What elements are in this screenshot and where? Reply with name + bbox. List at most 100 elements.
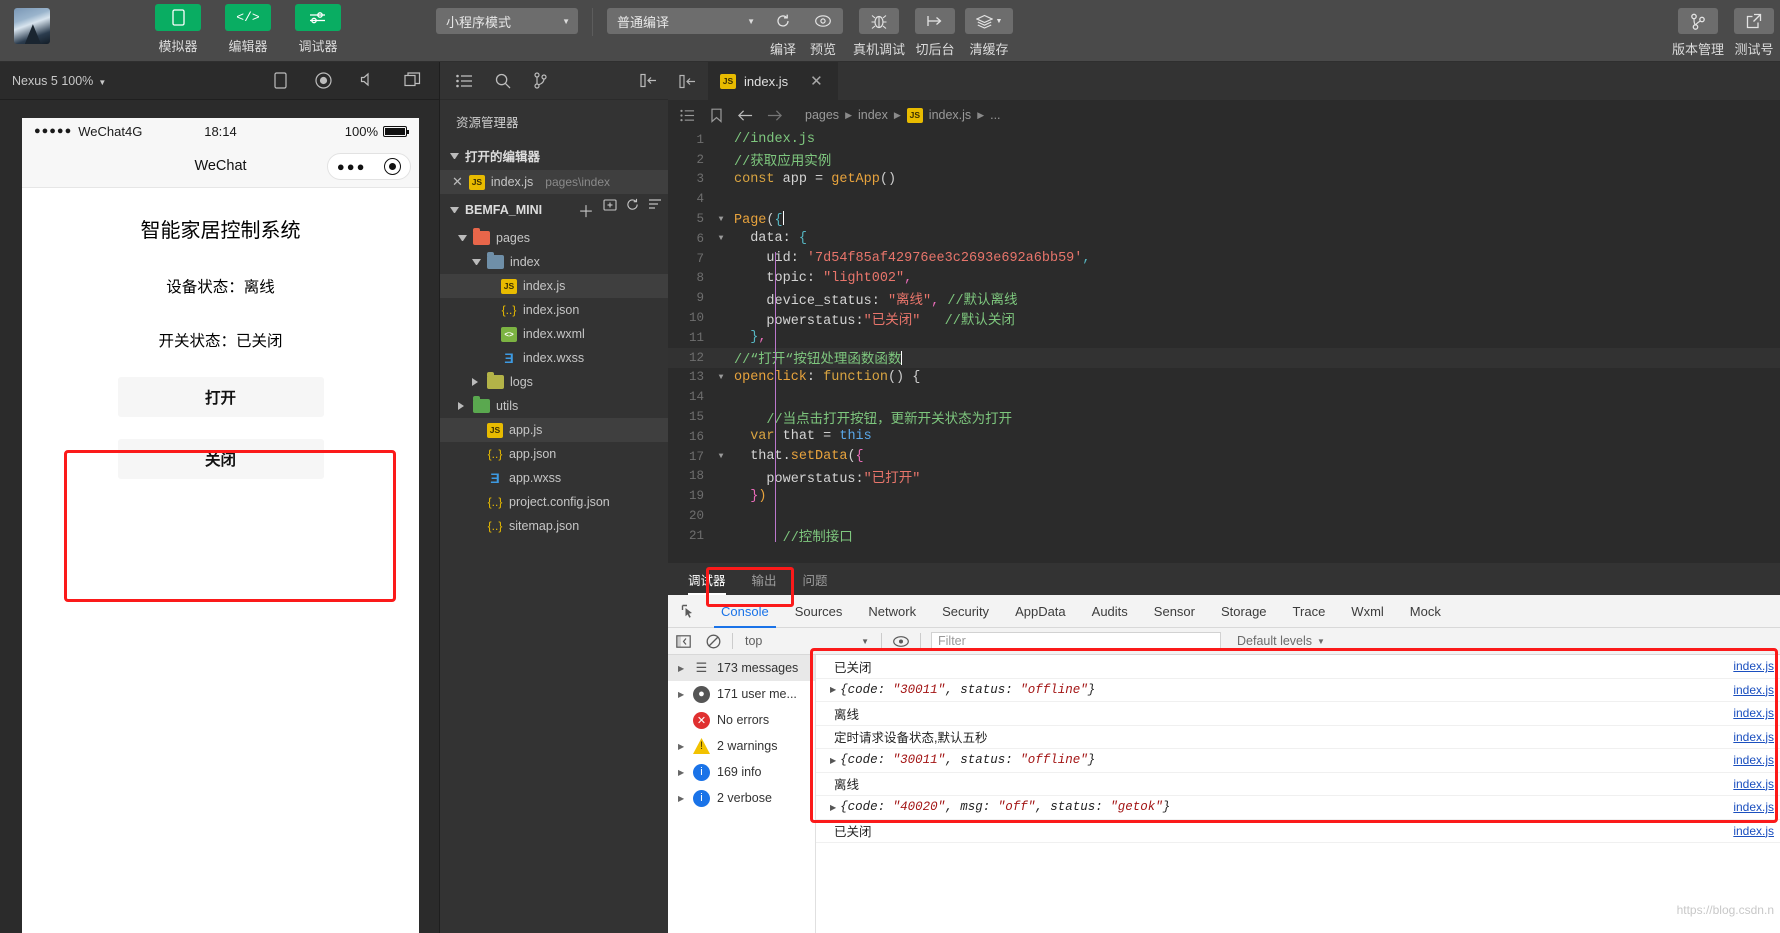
record-icon[interactable] <box>315 72 332 89</box>
console-eye-icon[interactable] <box>886 635 916 648</box>
real-device-debug-button[interactable]: 真机调试 <box>853 8 905 58</box>
outline-icon[interactable] <box>680 109 696 122</box>
code-line[interactable]: 13 ▼ openclick: function() { <box>668 368 1780 388</box>
toolbar-button-debugger[interactable]: 调试器 <box>290 4 346 55</box>
console-log-row[interactable]: 离线 index.js <box>816 702 1780 726</box>
tree-item-project-config-json[interactable]: {..} project.config.json <box>440 490 668 514</box>
console-source-link[interactable]: index.js <box>1733 659 1780 673</box>
rotate-device-icon[interactable] <box>274 72 287 89</box>
search-icon[interactable] <box>495 73 511 89</box>
console-source-link[interactable]: index.js <box>1733 777 1780 791</box>
code-line[interactable]: 9 device_status: "离线", //默认离线 <box>668 288 1780 309</box>
code-line[interactable]: 7 uid: '7d54f85af42976ee3c2693e692a6bb59… <box>668 249 1780 269</box>
console-sidebar-row[interactable]: ▶ ● 171 user me... <box>668 681 815 707</box>
source-control-icon[interactable] <box>533 72 548 89</box>
chevron-right-icon[interactable]: ▶ <box>678 794 686 803</box>
clear-console-icon[interactable] <box>698 634 728 649</box>
debug-tab-problems[interactable]: 问题 <box>803 563 828 595</box>
code-line[interactable]: 21 //控制接口 <box>668 526 1780 547</box>
compile-select[interactable]: 普通编译 ▼ <box>607 8 763 34</box>
console-source-link[interactable]: index.js <box>1733 683 1780 697</box>
refresh-explorer-icon[interactable] <box>626 198 639 222</box>
fold-toggle-icon[interactable]: ▼ <box>712 215 730 224</box>
tree-item-app-js[interactable]: JS app.js <box>440 418 668 442</box>
debug-tab-output[interactable]: 输出 <box>752 563 777 595</box>
devtools-tab-sources[interactable]: Sources <box>782 595 856 628</box>
devtools-tab-trace[interactable]: Trace <box>1280 595 1339 628</box>
devtools-tab-network[interactable]: Network <box>855 595 929 628</box>
code-editor[interactable]: 1 //index.js 2 //获取应用实例 3 const app = getApp(… <box>668 130 1780 563</box>
volume-icon[interactable] <box>360 72 376 89</box>
toolbar-button-editor[interactable]: </> 编辑器 <box>220 4 276 55</box>
console-log-area[interactable]: 已关闭 index.js ▶ {code: "30011", status: "off… <box>816 655 1780 933</box>
device-select[interactable]: Nexus 5 100% ▼ <box>12 74 106 88</box>
console-filter-input[interactable]: Filter <box>931 631 1221 651</box>
open-editor-item[interactable]: ✕ JS index.js pages\index <box>440 170 668 194</box>
more-icon[interactable]: ●●● <box>337 159 367 174</box>
bookmark-icon[interactable] <box>710 108 723 123</box>
code-line[interactable]: 19 }) <box>668 486 1780 506</box>
console-log-row[interactable]: 离线 index.js <box>816 773 1780 796</box>
debug-tab-debugger[interactable]: 调试器 <box>688 563 726 595</box>
chevron-right-icon[interactable]: ▶ <box>678 768 686 777</box>
code-line[interactable]: 14 <box>668 387 1780 407</box>
tree-item-pages[interactable]: pages <box>440 226 668 250</box>
code-line[interactable]: 15 //当点击打开按钮，更新开关状态为打开 <box>668 407 1780 428</box>
console-log-row[interactable]: 已关闭 index.js <box>816 820 1780 843</box>
code-line[interactable]: 20 <box>668 506 1780 526</box>
code-line[interactable]: 17 ▼ that.setData({ <box>668 447 1780 467</box>
tree-item-app-wxss[interactable]: Ǝapp.wxss <box>440 466 668 490</box>
console-log-row[interactable]: ▶ {code: "40020", msg: "off", status: "ge… <box>816 796 1780 820</box>
new-folder-icon[interactable] <box>603 198 617 222</box>
console-source-link[interactable]: index.js <box>1733 824 1780 838</box>
new-file-icon[interactable]: ＋ <box>578 198 594 222</box>
console-source-link[interactable]: index.js <box>1733 800 1780 814</box>
mode-select[interactable]: 小程序模式 ▼ <box>436 8 578 34</box>
capsule-buttons[interactable]: ●●● <box>327 153 411 180</box>
devtools-tab-mock[interactable]: Mock <box>1397 595 1454 628</box>
code-line[interactable]: 18 powerstatus:"已打开" <box>668 467 1780 487</box>
expand-object-icon[interactable]: ▶ <box>830 756 836 765</box>
background-button[interactable]: 切后台 <box>915 8 956 58</box>
tree-item-index-wxss[interactable]: Ǝindex.wxss <box>440 346 668 370</box>
console-sidebar-row[interactable]: ▶ i 169 info <box>668 759 815 785</box>
toolbar-button-simulator[interactable]: 模拟器 <box>150 4 206 55</box>
tree-item-sitemap-json[interactable]: {..} sitemap.json <box>440 514 668 538</box>
devtools-tab-security[interactable]: Security <box>929 595 1002 628</box>
tree-item-app-json[interactable]: {..} app.json <box>440 442 668 466</box>
chevron-down-icon[interactable] <box>472 259 481 265</box>
compile-button[interactable]: 编译 <box>763 8 803 58</box>
version-control-button[interactable]: 版本管理 <box>1672 8 1724 58</box>
code-line[interactable]: 1 //index.js <box>668 130 1780 150</box>
close-icon[interactable]: ✕ <box>810 72 823 90</box>
code-line[interactable]: 16 var that = this <box>668 427 1780 447</box>
open-button[interactable]: 打开 <box>117 377 324 417</box>
expand-object-icon[interactable]: ▶ <box>830 685 836 694</box>
devtools-tab-audits[interactable]: Audits <box>1079 595 1141 628</box>
fold-toggle-icon[interactable]: ▼ <box>712 234 730 243</box>
breadcrumb-more[interactable]: ... <box>990 108 1000 122</box>
breadcrumb-pages[interactable]: pages <box>805 108 839 122</box>
tree-item-index[interactable]: index <box>440 250 668 274</box>
code-line[interactable]: 3 const app = getApp() <box>668 170 1780 190</box>
close-button[interactable]: 关闭 <box>117 439 324 479</box>
console-log-row[interactable]: 定时请求设备状态,默认五秒 index.js <box>816 726 1780 749</box>
tree-item-index-wxml[interactable]: <> index.wxml <box>440 322 668 346</box>
chevron-right-icon[interactable] <box>458 402 467 410</box>
devtools-tab-console[interactable]: Console <box>708 595 782 628</box>
code-line[interactable]: 2 //获取应用实例 <box>668 150 1780 171</box>
open-editors-section[interactable]: 打开的编辑器 <box>440 141 668 170</box>
console-sidebar-row[interactable]: ✕ No errors <box>668 707 815 733</box>
tree-item-index-js[interactable]: JS index.js <box>440 274 668 298</box>
close-icon[interactable]: ✕ <box>452 174 463 190</box>
fold-toggle-icon[interactable]: ▼ <box>712 452 730 461</box>
project-root-header[interactable]: BEMFA_MINI ＋ <box>440 194 668 226</box>
console-log-row[interactable]: 已关闭 index.js <box>816 655 1780 679</box>
expand-object-icon[interactable]: ▶ <box>830 803 836 812</box>
toggle-console-sidebar-icon[interactable] <box>668 634 698 648</box>
code-line[interactable]: 11 }, <box>668 328 1780 348</box>
code-line[interactable]: 5 ▼ Page({ <box>668 209 1780 229</box>
chevron-right-icon[interactable]: ▶ <box>678 690 686 699</box>
inspect-element-icon[interactable] <box>668 604 708 619</box>
chevron-right-icon[interactable] <box>472 378 481 386</box>
